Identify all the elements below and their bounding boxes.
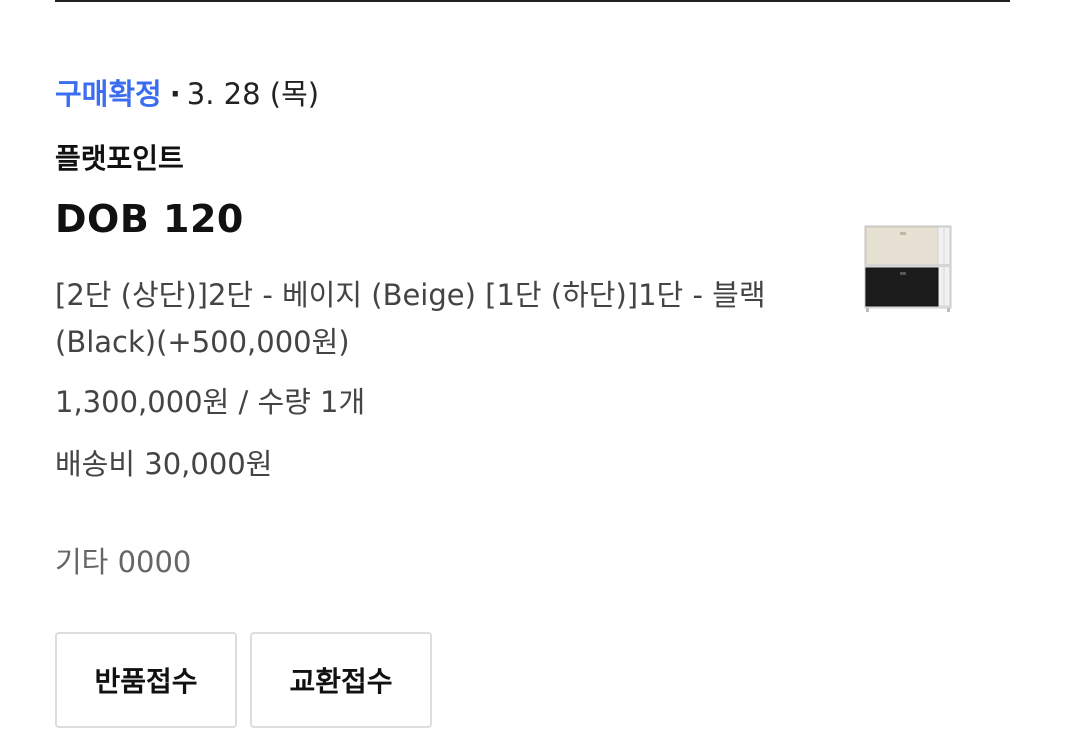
order-status-line: 구매확정 · 3. 28 (목): [55, 74, 319, 114]
top-divider: [55, 0, 1010, 2]
status-separator: ·: [169, 77, 181, 111]
product-option: [2단 (상단)]2단 - 베이지 (Beige) [1단 (하단)]1단 - …: [55, 278, 766, 359]
etc-info: 기타 0000: [55, 545, 192, 579]
product-thumbnail[interactable]: [862, 222, 954, 314]
cabinet-image-icon: [864, 225, 952, 312]
return-request-button[interactable]: 반품접수: [55, 632, 237, 728]
price-quantity: 1,300,000원 / 수량 1개: [55, 385, 366, 419]
order-status: 구매확정: [55, 77, 162, 111]
shipping-fee: 배송비 30,000원: [55, 447, 273, 481]
order-date: 3. 28 (목): [186, 77, 320, 111]
seller-name[interactable]: 플랫포인트: [55, 140, 184, 178]
product-name[interactable]: DOB 120: [55, 195, 244, 243]
exchange-request-button[interactable]: 교환접수: [250, 632, 432, 728]
